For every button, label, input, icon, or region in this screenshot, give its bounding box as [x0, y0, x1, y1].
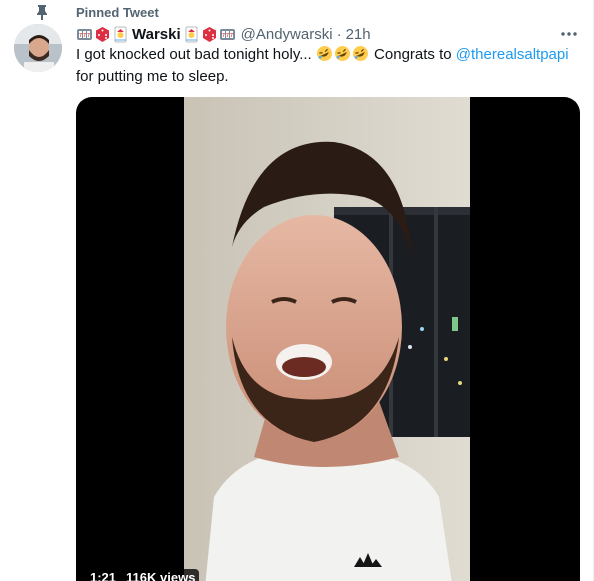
joker-icon [183, 26, 200, 43]
tweet-text-line2: for putting me to sleep. [76, 68, 229, 85]
tweet[interactable]: Pinned Tweet 777 Warski 777 @Andywarski … [0, 0, 594, 581]
svg-text:7: 7 [226, 33, 229, 39]
svg-text:7: 7 [83, 33, 86, 39]
rofl-icon [316, 45, 333, 62]
tweet-text: I got knocked out bad tonight holy... Co… [76, 44, 582, 88]
dice-icon [201, 26, 218, 43]
tweet-text-part2: Congrats to [369, 46, 456, 63]
pinned-label: Pinned Tweet [76, 5, 159, 20]
svg-text:7: 7 [79, 33, 82, 39]
video-views: 116K views [126, 569, 196, 581]
tweet-header: 777 Warski 777 @Andywarski · 21h [76, 24, 371, 44]
slot-machine-icon: 777 [219, 26, 236, 43]
display-name[interactable]: Warski [132, 26, 181, 43]
video-duration: 1:21 [90, 569, 117, 581]
rofl-icon [334, 45, 351, 62]
slot-machine-icon: 777 [76, 26, 93, 43]
timestamp[interactable]: 21h [346, 26, 371, 43]
separator: · [336, 25, 342, 43]
handle[interactable]: @Andywarski [241, 26, 333, 43]
video-player[interactable]: 1:21 116K views [76, 97, 580, 581]
tweet-text-part1: I got knocked out bad tonight holy... [76, 46, 316, 63]
video-stats-badge: 1:21 116K views [86, 569, 200, 581]
joker-icon [112, 26, 129, 43]
avatar[interactable] [14, 24, 62, 72]
svg-text:7: 7 [87, 33, 90, 39]
video-thumbnail [184, 97, 470, 581]
avatar-image [14, 24, 62, 72]
video-frame [184, 97, 470, 581]
more-icon[interactable] [559, 26, 579, 42]
svg-text:7: 7 [222, 33, 225, 39]
pin-icon [37, 5, 47, 20]
dice-icon [94, 26, 111, 43]
pinned-row: Pinned Tweet [0, 2, 593, 22]
mention-link[interactable]: @therealsaltpapi [456, 46, 569, 63]
svg-text:7: 7 [230, 33, 233, 39]
rofl-icon [352, 45, 369, 62]
